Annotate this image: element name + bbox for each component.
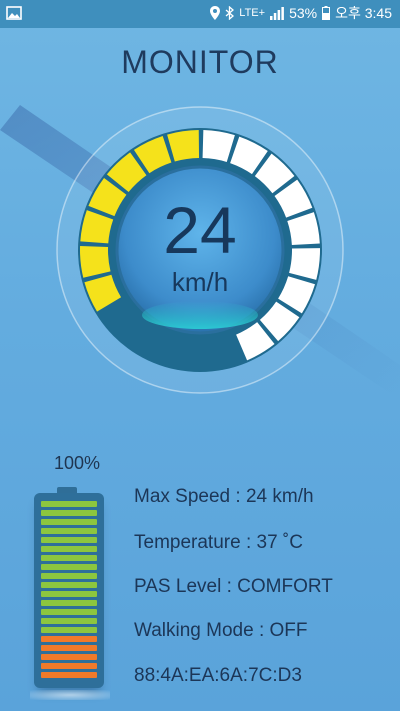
speed-value: 24 bbox=[163, 193, 237, 267]
network-type-label: LTE+ bbox=[239, 7, 266, 19]
battery-bar-green bbox=[41, 537, 97, 543]
battery-bar-green bbox=[41, 582, 97, 588]
battery-bar-green bbox=[41, 627, 97, 633]
battery-bar-green bbox=[41, 510, 97, 516]
gauge-glow bbox=[142, 301, 258, 329]
battery-bar-green bbox=[41, 609, 97, 615]
battery-bar-green bbox=[41, 564, 97, 570]
clock: 오후 3:45 bbox=[335, 5, 392, 21]
battery-bar-orange bbox=[41, 645, 97, 651]
battery-bar-green bbox=[41, 555, 97, 561]
battery-bar-green bbox=[41, 618, 97, 624]
battery-bar-green bbox=[41, 501, 97, 507]
walking-mode-text: Walking Mode : OFF bbox=[134, 620, 308, 641]
battery-bar-orange bbox=[41, 636, 97, 642]
bluetooth-icon bbox=[225, 6, 235, 20]
battery-bars bbox=[39, 498, 99, 683]
temperature-text: Temperature : 37 ˚C bbox=[134, 532, 303, 553]
battery-glow bbox=[30, 690, 110, 700]
battery-bar-green bbox=[41, 573, 97, 579]
status-bar: LTE+ 53% 오후 3:45 bbox=[0, 0, 400, 28]
gallery-icon bbox=[6, 6, 22, 20]
location-icon bbox=[210, 6, 221, 20]
mac-address-text: 88:4A:EA:6A:7C:D3 bbox=[134, 665, 302, 686]
battery-bar-green bbox=[41, 600, 97, 606]
max-speed-text: Max Speed : 24 km/h bbox=[134, 486, 314, 507]
battery-level-label: 100% bbox=[53, 453, 101, 473]
battery-bar-orange bbox=[41, 654, 97, 660]
battery-bar-green bbox=[41, 519, 97, 525]
battery-status-icon bbox=[322, 6, 331, 20]
speed-unit: km/h bbox=[171, 267, 229, 297]
battery-percent-text: 53% bbox=[289, 5, 318, 21]
signal-icon bbox=[270, 6, 284, 20]
battery-indicator bbox=[34, 493, 104, 688]
page-title: MONITOR bbox=[121, 44, 279, 80]
battery-bar-orange bbox=[41, 672, 97, 678]
battery-bar-orange bbox=[41, 663, 97, 669]
battery-bar-green bbox=[41, 528, 97, 534]
battery-bar-green bbox=[41, 591, 97, 597]
pas-level-text: PAS Level : COMFORT bbox=[134, 576, 333, 597]
battery-bar-green bbox=[41, 546, 97, 552]
